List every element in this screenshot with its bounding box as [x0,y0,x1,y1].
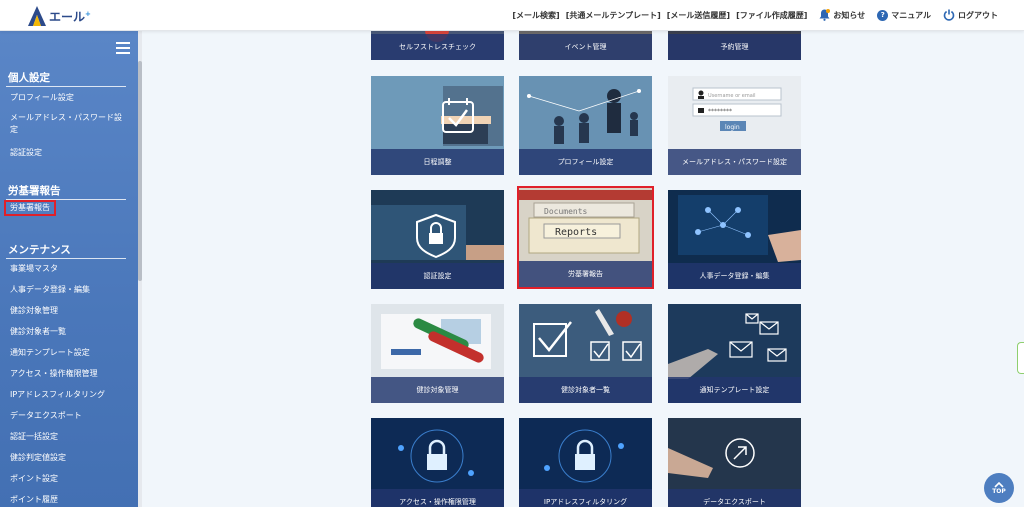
tile-caption: IPアドレスフィルタリング [519,489,652,507]
tile-caption: 人事データ登録・編集 [668,263,801,289]
tile-ip-filter[interactable]: IPアドレスフィルタリング [519,418,652,507]
mail-history-link[interactable]: [メール送信履歴] [667,10,730,21]
notice-label: お知らせ [833,10,866,20]
sidebar-item-bulk-auth[interactable]: 認証一括設定 [10,431,128,443]
top-nav: [メール検索] [共通メールテンプレート] [メール送信履歴] [ファイル作成履… [512,0,998,30]
tile-caption: 予約管理 [668,34,801,60]
tile-caption: メールアドレス・パスワード設定 [668,149,801,175]
sidebar-item-email-password[interactable]: メールアドレス・パスワード設定 [10,112,128,136]
common-mail-template-link[interactable]: [共通メールテンプレート] [566,10,661,21]
tile-data-export[interactable]: データエクスポート [668,418,801,507]
tile-schedule[interactable]: 日程調整 [371,76,504,175]
scrollbar-thumb[interactable] [138,61,142,281]
question-icon: ? [877,9,889,21]
sidebar-item-ip-filter[interactable]: IPアドレスフィルタリング [10,389,128,401]
divider [6,258,126,259]
tile-caption: データエクスポート [668,489,801,507]
logo-mark-icon [28,6,46,26]
tile-caption: イベント管理 [519,34,652,60]
logout-label: ログアウト [958,10,998,20]
tile-checkup-list[interactable]: 健診対象者一覧 [519,304,652,403]
header: エール+ [メール検索] [共通メールテンプレート] [メール送信履歴] [ファ… [0,0,1024,31]
sidebar-item-profile[interactable]: プロフィール設定 [10,92,128,104]
sidebar-item-checkup-list[interactable]: 健診対象者一覧 [10,326,128,338]
tile-caption: 日程調整 [371,149,504,175]
sidebar-item-data-export[interactable]: データエクスポート [10,410,128,422]
logout-link[interactable]: ログアウト [943,9,998,21]
tile-reservation-management[interactable]: 予約管理 [668,30,801,60]
tile-self-stress-check[interactable]: セルフストレスチェック [371,30,504,60]
logo[interactable]: エール+ [28,5,91,27]
hamburger-menu-icon[interactable] [116,42,130,54]
tile-access-control[interactable]: アクセス・操作権限管理 [371,418,504,507]
reports-label: Reports [555,227,597,238]
side-edge-tab[interactable] [1017,342,1024,374]
manual-link[interactable]: ? マニュアル [877,9,931,21]
manual-label: マニュアル [891,10,931,20]
tile-event-management[interactable]: イベント管理 [519,30,652,60]
mail-search-link[interactable]: [メール検索] [512,10,559,21]
tile-profile[interactable]: プロフィール設定 [519,76,652,175]
tile-caption: 通知テンプレート設定 [668,377,801,403]
sidebar-item-checkup-target[interactable]: 健診対象管理 [10,305,128,317]
tile-hr-data[interactable]: 人事データ登録・編集 [668,190,801,289]
login-username-text: Username or email [708,93,756,99]
tile-caption: 健診対象者一覧 [519,377,652,403]
sidebar-item-labor-report[interactable]: 労基署報告 [4,200,56,216]
notice-link[interactable]: お知らせ [819,9,865,21]
documents-label: Documents [544,207,588,216]
top-label: TOP [992,487,1006,495]
logo-plus: + [85,9,91,18]
sidebar-item-access-control[interactable]: アクセス・操作権限管理 [10,368,128,380]
sidebar-item-notify-template[interactable]: 通知テンプレート設定 [10,347,128,359]
section-personal-settings: 個人設定 [8,72,50,84]
tile-caption: 認証設定 [371,263,504,289]
power-icon [943,9,955,21]
file-history-link[interactable]: [ファイル作成履歴] [736,10,807,21]
tile-labor-report[interactable]: Documents Reports 労基署報告 [519,188,652,287]
login-password-text: ******** [708,108,732,115]
tile-checkup-target[interactable]: 健診対象管理 [371,304,504,403]
tile-caption: 労基署報告 [519,261,652,287]
sidebar-item-checkup-judgement[interactable]: 健診判定値設定 [10,452,128,464]
sidebar: 個人設定 プロフィール設定 メールアドレス・パスワード設定 認証設定 労基署報告… [0,31,140,507]
sidebar-item-point-settings[interactable]: ポイント設定 [10,473,128,485]
section-labor-report: 労基署報告 [8,185,61,197]
sidebar-item-point-history[interactable]: ポイント履歴 [10,494,128,506]
tile-email-password[interactable]: Username or email ******** login メールアドレス… [668,76,801,175]
sidebar-item-auth[interactable]: 認証設定 [10,147,128,159]
logo-text: エール [49,9,86,24]
tile-caption: アクセス・操作権限管理 [371,489,504,507]
bell-icon [819,9,831,21]
sidebar-scrollbar[interactable] [138,31,142,507]
sidebar-item-hr-data[interactable]: 人事データ登録・編集 [10,284,128,296]
tile-notify-template[interactable]: 通知テンプレート設定 [668,304,801,403]
divider [6,86,126,87]
back-to-top-button[interactable]: TOP [984,473,1014,503]
tile-caption: プロフィール設定 [519,149,652,175]
sidebar-item-site-master[interactable]: 事業場マスタ [10,263,128,275]
tile-caption: セルフストレスチェック [371,34,504,60]
tile-caption: 健診対象管理 [371,377,504,403]
tile-auth-settings[interactable]: 認証設定 [371,190,504,289]
section-maintenance: メンテナンス [8,244,71,256]
login-button-text: login [725,124,740,131]
